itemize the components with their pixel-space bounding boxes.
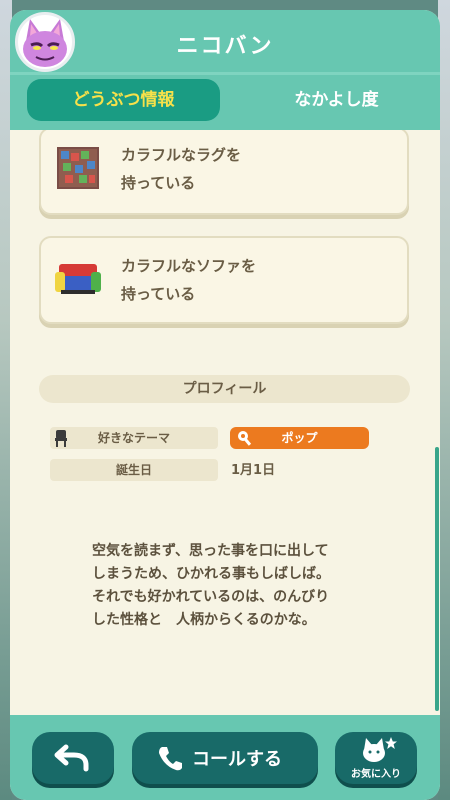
favorite-button[interactable]: お気に入り [335,732,417,784]
pop-theme-icon [236,429,254,454]
tab-animal-info[interactable]: どうぶつ情報 [27,79,220,121]
cat-star-icon [361,736,397,768]
scrollbar[interactable] [435,447,439,711]
back-arrow-icon [54,743,92,777]
colorful-sofa-icon [53,250,103,300]
favorite-button-label: お気に入り [351,769,401,780]
chair-icon [54,429,68,454]
call-button[interactable]: コールする [132,732,318,784]
birthday-label: 誕生日 [50,459,218,481]
profile-heading: プロフィール [39,375,410,403]
footer: コールする お気に入り [10,715,440,800]
phone-icon [156,744,184,776]
villager-description: 空気を読まず、思った事を口に出して しまうため、ひかれる事もしばしば。 それでも… [92,543,330,628]
favorite-theme-value-text: ポップ [281,431,318,445]
villager-name: ニコバン [176,34,274,59]
villager-info-panel: ニコバン どうぶつ情報 なかよし度 カラフルなラグを 持っている カラフルなソフ… [10,10,440,800]
favorite-theme-value: ポップ [230,427,369,449]
call-button-label: コールする [192,749,282,770]
item-card-rug: カラフルなラグを 持っている [39,130,409,215]
item-label-rug: カラフルなラグを 持っている [121,146,242,192]
colorful-rug-icon [53,141,103,191]
content-area: カラフルなラグを 持っている カラフルなソファを 持っている プロフィール 好き… [10,130,440,720]
birthday-value: 1月1日 [231,463,276,478]
header-divider [10,72,440,75]
header: ニコバン どうぶつ情報 なかよし度 [10,10,440,130]
favorite-theme-label-text: 好きなテーマ [97,431,170,445]
back-button[interactable] [32,732,114,784]
item-label-sofa: カラフルなソファを 持っている [121,257,257,303]
favorite-theme-label: 好きなテーマ [50,427,218,449]
tab-friendship[interactable]: なかよし度 [240,79,433,121]
item-card-sofa: カラフルなソファを 持っている [39,236,409,324]
